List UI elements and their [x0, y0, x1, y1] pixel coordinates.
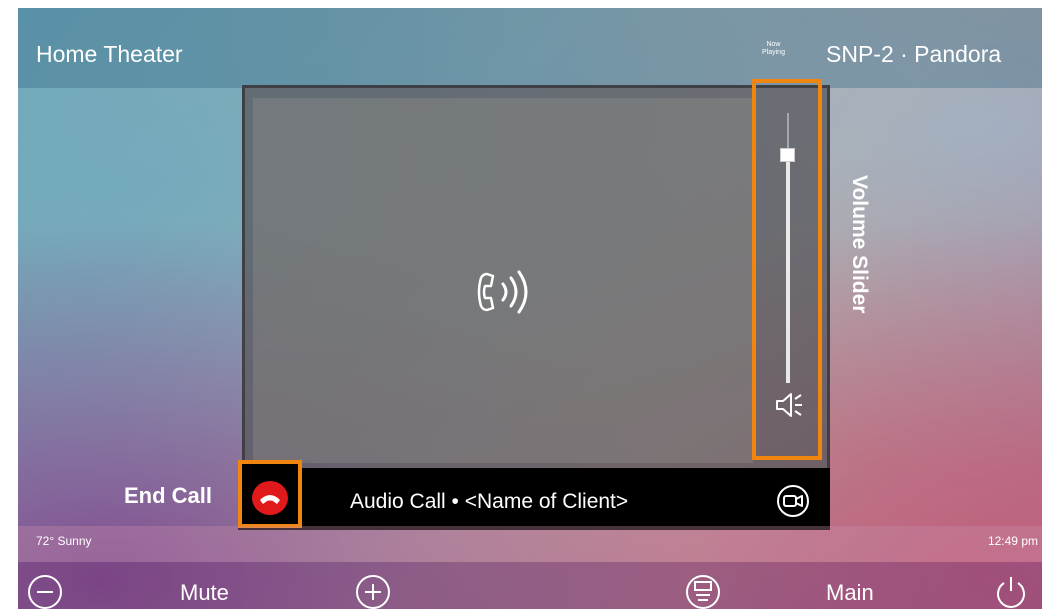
phone-ringing-icon — [477, 270, 528, 314]
video-camera-icon[interactable] — [776, 484, 810, 518]
end-call-annotation: End Call — [124, 483, 213, 508]
menu-circle-icon[interactable] — [684, 573, 722, 609]
minus-circle-icon[interactable] — [26, 573, 64, 609]
main-button[interactable]: Main — [826, 580, 874, 606]
volume-slider-annotation: Volume Slider — [848, 175, 871, 314]
time-text: 12:49 pm — [987, 534, 1038, 548]
end-call-highlight — [238, 460, 302, 528]
now-playing-line2: Playing — [762, 49, 785, 56]
volume-slider-highlight — [752, 79, 822, 460]
power-icon[interactable] — [992, 573, 1030, 609]
volume-thumb[interactable] — [780, 147, 795, 162]
header-bar: Home Theater Now Playing SNP-2 · Pandora — [18, 8, 1042, 88]
status-bar: 72° Sunny 12:49 pm — [18, 526, 1042, 562]
call-panel-content — [253, 98, 753, 463]
call-label: Audio Call • <Name of Client> — [350, 490, 629, 513]
end-call-button[interactable] — [252, 481, 288, 515]
speaker-icon[interactable] — [773, 388, 807, 422]
now-playing-source[interactable]: SNP-2 · Pandora — [826, 41, 1001, 68]
call-panel — [242, 85, 830, 472]
touch-panel-screen: Home Theater Now Playing SNP-2 · Pandora… — [18, 8, 1042, 609]
plus-circle-icon[interactable] — [354, 573, 392, 609]
now-playing-line1: Now — [766, 41, 781, 48]
end-call-icon — [260, 495, 280, 504]
now-playing-indicator: Now Playing — [762, 41, 785, 57]
weather-text: 72° Sunny — [36, 534, 92, 548]
call-status-bar: Audio Call • <Name of Client> — [238, 468, 830, 530]
volume-track[interactable] — [786, 153, 790, 383]
room-title: Home Theater — [36, 41, 183, 67]
mute-button[interactable]: Mute — [180, 580, 229, 606]
bottom-control-bar: Mute Main — [18, 562, 1042, 609]
